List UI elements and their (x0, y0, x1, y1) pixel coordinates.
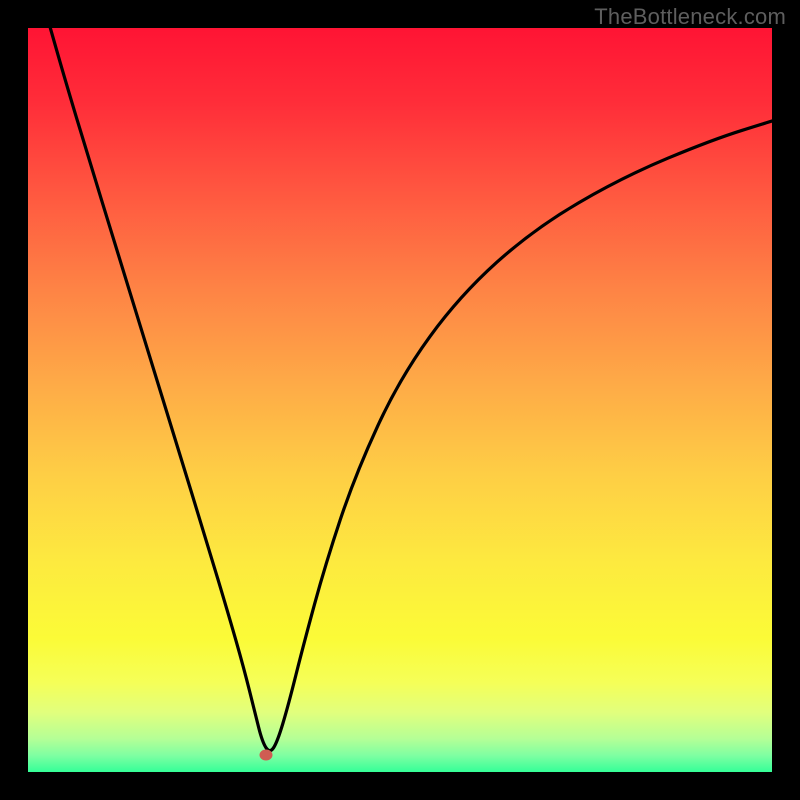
plot-area (28, 28, 772, 772)
optimum-marker (260, 749, 273, 760)
curve-path (50, 28, 772, 751)
bottleneck-curve (28, 28, 772, 772)
watermark-text: TheBottleneck.com (594, 4, 786, 30)
chart-frame: TheBottleneck.com (0, 0, 800, 800)
